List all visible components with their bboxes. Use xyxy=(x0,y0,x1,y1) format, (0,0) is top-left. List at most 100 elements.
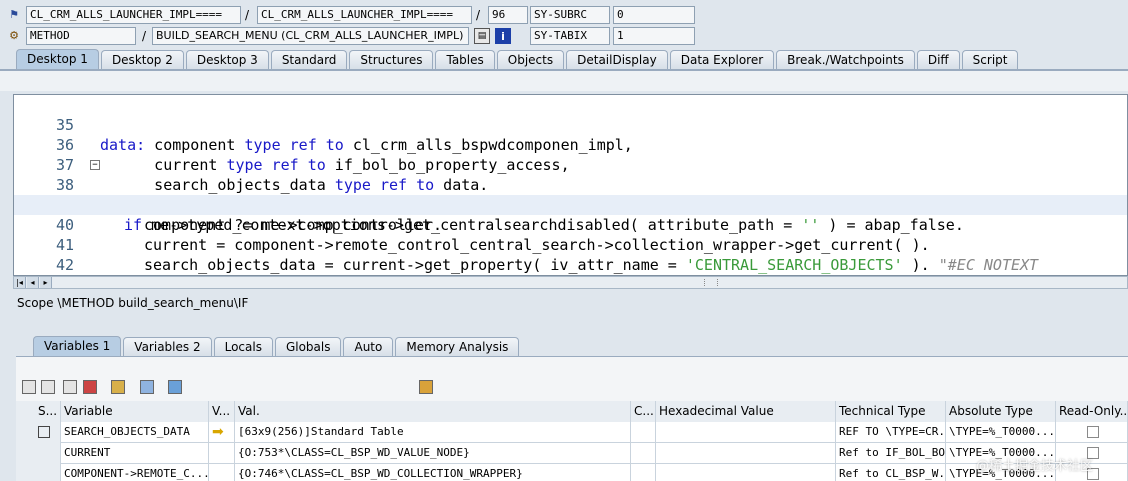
transfer-icon[interactable] xyxy=(140,380,154,394)
row-status xyxy=(16,443,61,464)
code-line: 39 component ?= me->comp_controller. xyxy=(14,175,1127,234)
technical-type: REF TO \TYPE=CR... xyxy=(836,422,946,443)
program-field: CL_CRM_ALLS_LAUNCHER_IMPL==== xyxy=(26,6,241,24)
navigate-arrow-icon[interactable]: ➡ xyxy=(209,422,235,443)
table-type-icon xyxy=(38,426,50,438)
tab-structures[interactable]: Structures xyxy=(349,50,434,69)
col-header-absolute-type[interactable]: Absolute Type xyxy=(946,401,1056,422)
code-line: 43 assign search_objects_data->* to <sea… xyxy=(14,255,1127,275)
desktop-tabbar: Desktop 1 Desktop 2 Desktop 3 Standard S… xyxy=(16,49,1020,69)
tab-break-watchpoints[interactable]: Break./Watchpoints xyxy=(776,50,915,69)
change-cell xyxy=(631,443,656,464)
hex-value xyxy=(656,464,836,481)
scroll-grip[interactable] xyxy=(704,279,718,286)
variable-name[interactable]: CURRENT xyxy=(61,443,209,464)
watermark: @稀土掘金技术社区 xyxy=(976,459,1094,474)
tab-detail-display[interactable]: DetailDisplay xyxy=(566,50,668,69)
v-cell xyxy=(209,464,235,481)
tab-script[interactable]: Script xyxy=(961,50,1019,69)
desktop-area xyxy=(0,71,1128,91)
col-header-c[interactable]: C... xyxy=(631,401,656,422)
tab-globals[interactable]: Globals xyxy=(274,337,342,356)
variable-value[interactable]: {O:753*\CLASS=CL_BSP_WD_VALUE_NODE} xyxy=(235,443,631,464)
read-only-checkbox[interactable] xyxy=(1087,426,1099,438)
technical-type: Ref to CL_BSP_W... xyxy=(836,464,946,481)
find-icon[interactable] xyxy=(168,380,182,394)
sysvar2-value-field: 1 xyxy=(613,27,695,45)
code-line: 35 data: component type ref to cl_crm_al… xyxy=(14,95,1127,154)
grid-header-row: S... Variable V... Val. C... Hexadecimal… xyxy=(16,401,1128,422)
code-horizontal-scrollbar[interactable]: |◂ ◂ ▸ xyxy=(13,276,1128,289)
event-type-field: METHOD xyxy=(26,27,136,45)
scroll-right-icon[interactable]: ▸ xyxy=(40,277,52,288)
technical-type: Ref to IF_BOL_BO... xyxy=(836,443,946,464)
tab-variables-1[interactable]: Variables 1 xyxy=(33,336,122,356)
code-line: 41 search_objects_data = current->get_pr… xyxy=(14,215,1127,274)
scroll-first-icon[interactable]: |◂ xyxy=(14,277,26,288)
info-icon[interactable]: i xyxy=(495,28,511,44)
absolute-type: \TYPE=%_T0000... xyxy=(946,422,1056,443)
tab-desktop-3[interactable]: Desktop 3 xyxy=(185,50,269,69)
source-code-editor[interactable]: 35 data: component type ref to cl_crm_al… xyxy=(13,94,1128,276)
col-header-technical-type[interactable]: Technical Type xyxy=(836,401,946,422)
col-header-value[interactable]: Val. xyxy=(235,401,631,422)
delete-all-icon[interactable] xyxy=(41,380,55,394)
tab-locals[interactable]: Locals xyxy=(213,337,273,356)
scroll-left-icon[interactable]: ◂ xyxy=(27,277,39,288)
tab-desktop-1[interactable]: Desktop 1 xyxy=(16,49,99,69)
row-status xyxy=(16,464,61,481)
tab-data-explorer[interactable]: Data Explorer xyxy=(669,50,775,69)
breakpoint-icon[interactable]: ⚑ xyxy=(6,6,22,22)
col-header-status[interactable]: S... xyxy=(16,401,61,422)
change-cell xyxy=(631,464,656,481)
tab-auto[interactable]: Auto xyxy=(343,337,394,356)
method-icon: ⚙ xyxy=(9,28,19,42)
table-row[interactable]: SEARCH_OBJECTS_DATA ➡ [63x9(256)]Standar… xyxy=(16,422,1128,443)
hierarchy-icon[interactable] xyxy=(111,380,125,394)
event-name-field: BUILD_SEARCH_MENU (CL_CRM_ALLS_LAUNCHER_… xyxy=(152,27,469,45)
separator-slash: / xyxy=(476,8,481,22)
separator-slash: / xyxy=(245,8,250,22)
col-header-hex[interactable]: Hexadecimal Value xyxy=(656,401,836,422)
tab-standard[interactable]: Standard xyxy=(270,50,348,69)
variable-name[interactable]: COMPONENT->REMOTE_C... xyxy=(61,464,209,481)
sysvar-name-field[interactable]: SY-SUBRC xyxy=(530,6,610,24)
separator-slash: / xyxy=(142,29,147,43)
code-line: 42 field-symbols: <search_objects> type … xyxy=(14,235,1127,274)
save-variables-icon[interactable] xyxy=(63,380,77,394)
variables-tabbar: Variables 1 Variables 2 Locals Globals A… xyxy=(33,336,521,356)
sysvar-value-field: 0 xyxy=(613,6,695,24)
include-field: CL_CRM_ALLS_LAUNCHER_IMPL==== xyxy=(257,6,472,24)
navigate-icon[interactable]: ▤ xyxy=(474,28,490,44)
tab-memory-analysis[interactable]: Memory Analysis xyxy=(395,337,520,356)
collapse-icon[interactable]: − xyxy=(90,160,100,170)
hex-value xyxy=(656,443,836,464)
code-line: 36 current type ref to if_bol_bo_propert… xyxy=(14,115,1127,174)
code-line-current: 40 current = component->remote_control_c… xyxy=(14,195,1127,254)
tab-diff[interactable]: Diff xyxy=(916,50,960,69)
col-header-read-only[interactable]: Read-Only... xyxy=(1056,401,1128,422)
code-line: 38 − if me->typed_context->options->get_… xyxy=(14,155,1127,234)
tab-objects[interactable]: Objects xyxy=(496,50,565,69)
load-variables-icon[interactable] xyxy=(83,380,97,394)
variable-value[interactable]: {O:746*\CLASS=CL_BSP_WD_COLLECTION_WRAPP… xyxy=(235,464,631,481)
col-header-v[interactable]: V... xyxy=(209,401,235,422)
variable-value[interactable]: [63x9(256)]Standard Table xyxy=(235,422,631,443)
save-icon[interactable] xyxy=(419,380,433,394)
table-row[interactable]: CURRENT {O:753*\CLASS=CL_BSP_WD_VALUE_NO… xyxy=(16,443,1128,464)
tab-variables-2[interactable]: Variables 2 xyxy=(123,337,212,356)
tab-desktop-2[interactable]: Desktop 2 xyxy=(100,50,184,69)
code-line: 37 search_objects_data type ref to data. xyxy=(14,135,1127,194)
v-cell xyxy=(209,443,235,464)
table-row[interactable]: COMPONENT->REMOTE_C... {O:746*\CLASS=CL_… xyxy=(16,464,1128,481)
sysvar2-name-field[interactable]: SY-TABIX xyxy=(530,27,610,45)
change-cell xyxy=(631,422,656,443)
delete-icon[interactable] xyxy=(22,380,36,394)
tab-tables[interactable]: Tables xyxy=(435,50,495,69)
line-number-field: 96 xyxy=(488,6,528,24)
variable-name[interactable]: SEARCH_OBJECTS_DATA xyxy=(61,422,209,443)
row-status xyxy=(16,422,61,443)
col-header-variable[interactable]: Variable xyxy=(61,401,209,422)
read-only-cell xyxy=(1056,422,1128,443)
scope-label: Scope \METHOD build_search_menu\IF xyxy=(17,296,249,310)
